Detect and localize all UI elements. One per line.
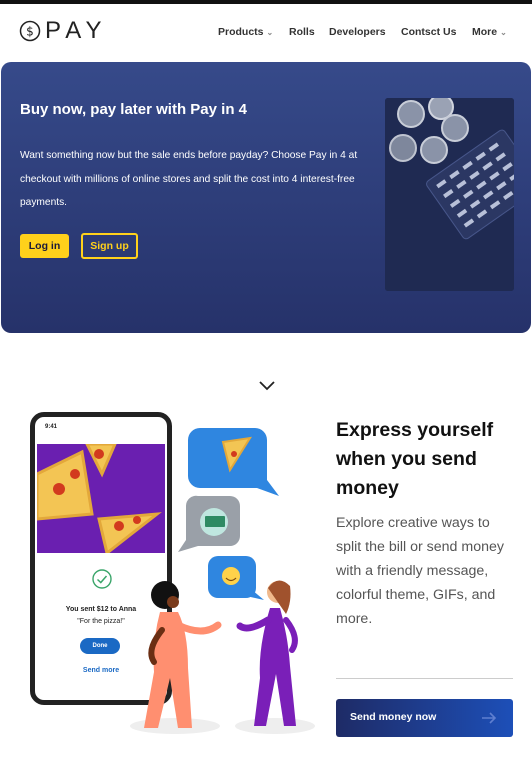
- login-button[interactable]: Log in: [20, 234, 69, 258]
- chevron-down-icon: ⌄: [266, 28, 274, 37]
- svg-text:$: $: [26, 25, 34, 39]
- check-circle-icon: [92, 569, 112, 589]
- person-left: [144, 581, 222, 728]
- done-button[interactable]: Done: [80, 638, 120, 654]
- send-money-button[interactable]: Send money now: [336, 699, 513, 737]
- nav-item-more[interactable]: More ⌄: [472, 26, 507, 38]
- feature-headline: Express yourself when you send money: [336, 419, 494, 499]
- nav-item-products[interactable]: Products ⌄: [218, 26, 289, 38]
- dollar-circle-icon: $: [19, 20, 41, 42]
- pizza-bubble: [188, 428, 279, 496]
- signup-button[interactable]: Sign up: [81, 233, 138, 259]
- phone-time: 9:41: [45, 424, 58, 430]
- logo[interactable]: $ PAY: [19, 19, 107, 43]
- logo-text: PAY: [45, 17, 108, 44]
- send-money-label: Send money now: [350, 711, 437, 723]
- hero-description: Want something now but the sale ends bef…: [20, 150, 358, 208]
- chevron-down-icon: ⌄: [500, 28, 507, 37]
- person-right: [236, 580, 298, 726]
- emoji-bubble: [208, 556, 264, 600]
- feature-body: Explore creative ways to split the bill …: [336, 515, 504, 627]
- emoji-icon: [222, 567, 240, 585]
- arrow-right-icon: [482, 712, 497, 724]
- nav-item-developers[interactable]: Developers: [329, 26, 401, 38]
- divider: [336, 678, 513, 679]
- chevron-down-icon[interactable]: [259, 381, 275, 391]
- navbar: $ PAY Products ⌄ Rolls Developers Contsct…: [0, 4, 532, 61]
- money-bubble: [178, 495, 240, 552]
- main-menu: Products ⌄ Rolls Developers Contsct Us Mo…: [218, 26, 507, 38]
- hero-title: Buy now, pay later with Pay in 4: [20, 101, 247, 118]
- hero-image: [385, 98, 514, 291]
- nav-item-rolls[interactable]: Rolls: [289, 26, 329, 38]
- chat-illustration: [130, 428, 315, 734]
- hero-banner: Buy now, pay later with Pay in 4 Want so…: [1, 62, 531, 399]
- nav-item-contact[interactable]: Contsct Us: [401, 26, 472, 38]
